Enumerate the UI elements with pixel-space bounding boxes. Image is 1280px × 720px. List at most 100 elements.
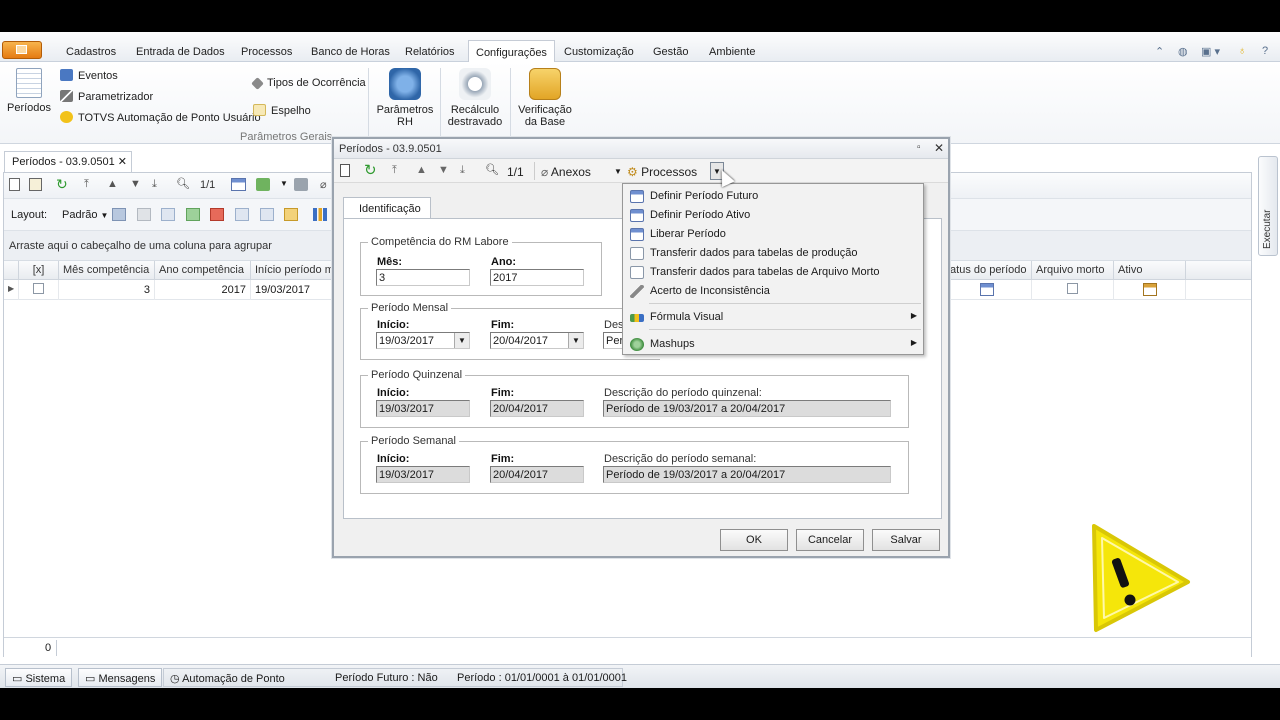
menu-item-definir-periodo-ativo[interactable]: Definir Período Ativo [623,206,923,225]
mes-competencia-header[interactable]: Mês competência [59,261,155,280]
chevron-down-icon[interactable]: ▼ [454,333,469,348]
sistema-button[interactable]: ▭ Sistema [5,668,73,687]
menu-ambiente[interactable]: Ambiente [709,46,755,58]
export-icon[interactable] [256,178,270,191]
select-column-header[interactable]: [x] [19,261,59,280]
export-dropdown-icon[interactable]: ▼ [280,179,288,188]
status-periodo-header[interactable]: tatus do período [943,261,1032,280]
help-icon[interactable]: ? [1262,45,1268,57]
periodos-button[interactable]: Períodos [6,68,52,114]
ano-competencia-header[interactable]: Ano competência [155,261,251,280]
sistema-label: Sistema [25,673,66,685]
quinzenal-inicio-field: 19/03/2017 [376,400,470,417]
save-button[interactable]: Salvar [872,529,940,551]
application-menu-button[interactable] [2,41,42,59]
print-icon[interactable] [294,178,308,191]
anexos-dropdown-icon[interactable]: ▼ [614,167,622,176]
mensagens-button[interactable]: ▭ Mensagens [78,668,163,687]
globe-icon[interactable]: ◍ [1178,45,1188,58]
previous-record-icon[interactable]: ▲ [107,178,118,190]
menu-item-definir-periodo-futuro[interactable]: Definir Período Futuro [623,187,923,206]
eventos-button[interactable]: Eventos [60,69,118,82]
cancel-button[interactable]: Cancelar [796,529,864,551]
menu-item-mashups[interactable]: Mashups ▶ [623,335,923,354]
row-select-checkbox[interactable] [19,280,59,300]
menu-configuracoes[interactable]: Configurações [468,40,555,62]
menu-item-acerto-inconsistencia[interactable]: Acerto de Inconsistência [623,282,923,301]
calendar-icon[interactable] [231,178,246,191]
first-record-icon[interactable]: ⤒ [392,164,397,177]
automacao-button[interactable]: TOTVS Automação de Ponto Usuário [60,111,261,124]
processos-button[interactable]: ⚙ Processos [627,165,697,179]
filter-icon[interactable] [235,208,249,221]
menu-processos[interactable]: Processos [241,46,292,58]
search-icon[interactable]: 🔍︎ [176,177,190,190]
new-record-icon[interactable] [340,164,350,177]
checkbox [33,283,44,294]
menu-item-transferir-arquivo-morto[interactable]: Transferir dados para tabelas de Arquivo… [623,263,923,282]
ativo-header[interactable]: Ativo [1114,261,1186,280]
upload-icon[interactable] [210,208,224,221]
first-record-icon[interactable]: ⤒ [84,178,89,191]
layout-save-icon[interactable] [112,208,126,221]
arquivo-morto-cell[interactable] [1032,280,1114,300]
app-menu-icon [16,45,27,54]
inicio-periodo-header[interactable]: Início período men [251,261,336,280]
layout-delete-icon[interactable] [137,208,151,221]
menu-item-label: Definir Período Ativo [650,209,751,221]
lightbulb-icon[interactable]: ♁ [1238,45,1246,57]
menu-item-transferir-producao[interactable]: Transferir dados para tabelas de produçã… [623,244,923,263]
ano-input[interactable]: 2017 [490,269,584,286]
last-record-icon[interactable]: ⤓ [152,178,157,191]
arquivo-morto-header[interactable]: Arquivo morto [1032,261,1114,280]
status-cell [943,280,1032,300]
import-icon[interactable] [186,208,200,221]
parametros-rh-button[interactable]: Parâmetros RH [374,68,436,128]
columns-icon[interactable] [161,208,175,221]
maximize-icon[interactable]: ▫ [917,142,921,153]
mes-input[interactable]: 3 [376,269,470,286]
mensal-inicio-label: Início: [377,319,410,331]
recalculo-button[interactable]: Recálculo destravado [444,68,506,128]
search-icon[interactable]: 🔍︎ [485,163,499,176]
next-record-icon[interactable]: ▼ [130,178,141,190]
tab-identificacao[interactable]: Identificação [343,197,431,219]
refresh-icon[interactable]: ↻ [56,176,68,193]
close-icon[interactable]: ✕ [934,141,944,155]
menu-item-formula-visual[interactable]: Fórmula Visual ▶ [623,308,923,327]
last-record-icon[interactable]: ⤓ [460,164,465,177]
parametrizador-button[interactable]: Parametrizador [60,90,153,103]
tipos-ocorrencia-button[interactable]: Tipos de Ocorrência [251,77,366,90]
espelho-button[interactable]: Espelho [253,104,311,117]
menu-customizacao[interactable]: Customização [564,46,634,58]
previous-record-icon[interactable]: ▲ [416,164,427,176]
collapse-ribbon-icon[interactable]: ⌃ [1155,45,1164,58]
mensal-fim-date-field[interactable]: 20/04/2017 ▼ [490,332,584,349]
menu-entrada-de-dados[interactable]: Entrada de Dados [136,46,225,58]
menu-item-liberar-periodo[interactable]: Liberar Período [623,225,923,244]
chevron-down-icon[interactable]: ▼ [568,333,583,348]
semanal-legend: Período Semanal [368,435,459,447]
layout-dropdown[interactable]: Padrão ▼ [62,209,108,221]
window-layout-icon[interactable]: ▣ ▾ [1201,45,1220,58]
document-tab[interactable]: Períodos - 03.9.0501 ✕ [4,151,132,172]
menu-gestao[interactable]: Gestão [653,46,688,58]
mensal-inicio-date-field[interactable]: 19/03/2017 ▼ [376,332,470,349]
next-record-icon[interactable]: ▼ [438,164,449,176]
edit-icon[interactable] [29,178,42,191]
menu-banco-de-horas[interactable]: Banco de Horas [311,46,390,58]
executar-side-tab[interactable]: Executar [1258,156,1278,256]
occurrence-icon [251,77,264,90]
close-tab-icon[interactable]: ✕ [118,155,127,168]
anexos-button[interactable]: ⌀ Anexos [541,165,591,179]
refresh-icon[interactable]: ↻ [364,161,377,179]
new-icon[interactable] [9,178,20,191]
sort-icon[interactable] [260,208,274,221]
folder-icon[interactable] [284,208,298,221]
chart-icon[interactable] [313,208,327,221]
menu-relatorios[interactable]: Relatórios [405,46,455,58]
verificacao-button[interactable]: Verificação da Base [514,68,576,128]
ok-button[interactable]: OK [720,529,788,551]
attach-icon[interactable]: ⌀ [320,178,327,191]
menu-cadastros[interactable]: Cadastros [66,46,116,58]
